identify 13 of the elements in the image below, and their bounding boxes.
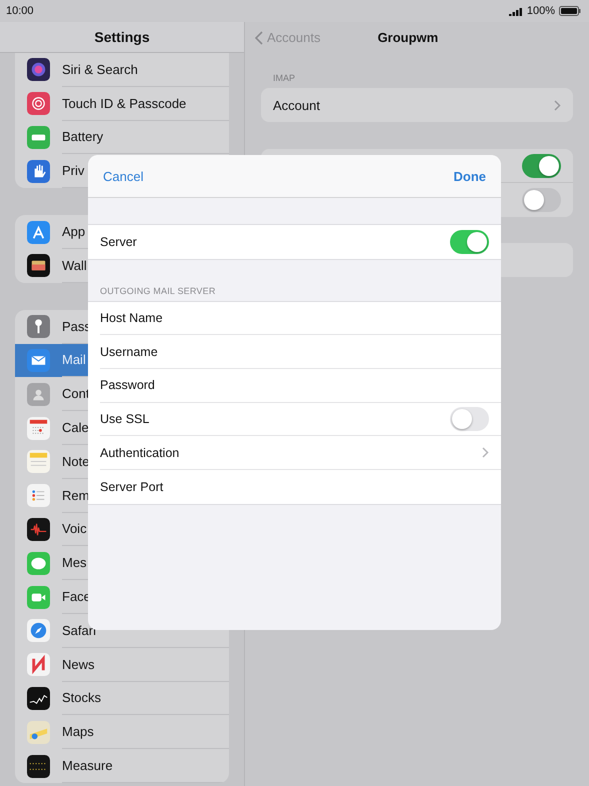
row-label: Use SSL: [100, 412, 150, 426]
row-label: Password: [100, 378, 155, 392]
row-label: Authentication: [100, 446, 180, 460]
row-label: Server Port: [100, 480, 164, 494]
status-time: 10:00: [6, 5, 34, 17]
row-label: Host Name: [100, 311, 163, 326]
row-label: Username: [100, 344, 158, 359]
battery-percent: 100%: [526, 5, 555, 17]
row-label: Server: [100, 234, 137, 249]
section-header: IMAP: [272, 72, 296, 85]
nav-title: Groupwm: [378, 30, 438, 45]
sidebar-title: Settings: [94, 29, 150, 45]
section-header: OUTGOING MAIL SERVER: [99, 284, 217, 298]
